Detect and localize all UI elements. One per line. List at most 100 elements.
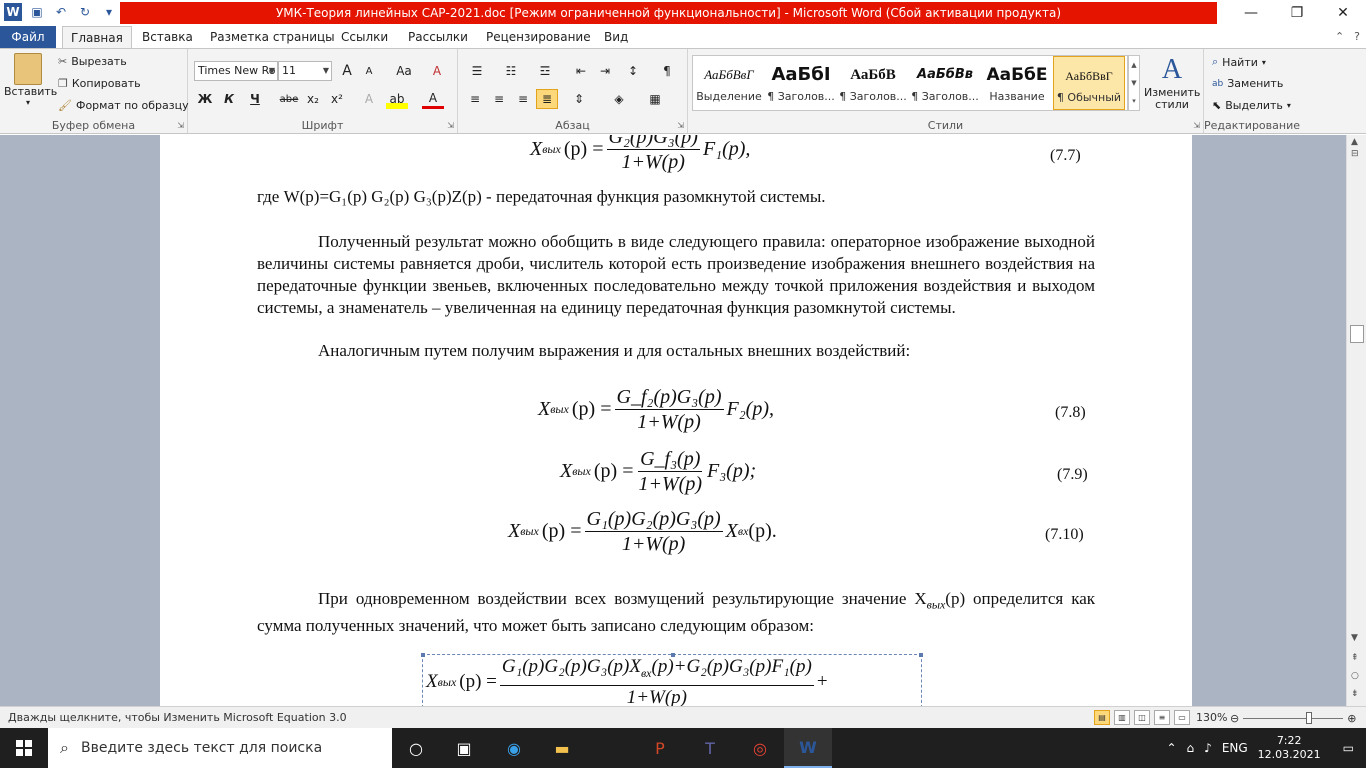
align-left-icon[interactable]: ≡ [464, 89, 486, 109]
shading-icon[interactable]: ◈ [608, 89, 630, 109]
print-layout-icon[interactable]: ▤ [1094, 710, 1110, 725]
restore-button[interactable]: ❐ [1274, 0, 1320, 26]
save-icon[interactable]: ▣ [28, 3, 46, 21]
volume-icon[interactable]: ♪ [1204, 741, 1212, 755]
taskbar-search[interactable]: ⌕ Введите здесь текст для поиска [48, 728, 392, 768]
format-painter-button[interactable]: 🖌 Формат по образцу [58, 99, 189, 112]
text-effects-button[interactable]: A [358, 89, 380, 109]
scrollbar-thumb[interactable] [1350, 325, 1364, 343]
tab-file[interactable]: Файл [0, 26, 56, 48]
line-spacing-icon[interactable]: ⇕ [568, 89, 590, 109]
more-icon[interactable]: ▾ [1132, 97, 1136, 105]
scroll-down-icon[interactable]: ▼ [1351, 633, 1358, 643]
font-launcher-icon[interactable]: ⇲ [447, 121, 454, 130]
paste-button[interactable]: Вставить ▾ [4, 53, 57, 107]
styles-gallery-scroll[interactable]: ▲ ▼ ▾ [1128, 55, 1140, 111]
notifications-icon[interactable]: ▭ [1331, 741, 1366, 755]
decrease-indent-icon[interactable]: ⇤ [570, 61, 592, 81]
browse-object-icon[interactable]: ○ [1351, 671, 1359, 681]
equation-7-10[interactable]: Xвых (p) = G₁(p)G₂(p)G₃(p) 1+W(p) Xвх (p)… [508, 507, 777, 556]
equation-7-9[interactable]: Xвых (p) = G_f₃(p) 1+W(p) F₃(p); [560, 447, 756, 496]
start-button[interactable] [0, 728, 48, 768]
edge-icon[interactable]: ◉ [490, 728, 538, 768]
cortana-icon[interactable]: ○ [392, 728, 440, 768]
font-size-combo[interactable]: 11 ▼ [278, 61, 332, 81]
borders-icon[interactable]: ▦ [644, 89, 666, 109]
web-layout-icon[interactable]: ◫ [1134, 710, 1150, 725]
change-case-button[interactable]: Aa [390, 61, 418, 81]
show-marks-icon[interactable]: ¶ [656, 61, 678, 81]
style-emphasis[interactable]: АаБбВвГ Выделение [693, 56, 765, 110]
word-app-icon[interactable]: W [4, 3, 22, 21]
equation-sum[interactable]: Xвых (p) = G₁(p)G₂(p)G₃(p)Xвх(p)+G₂(p)G₃… [426, 655, 828, 706]
style-title[interactable]: АаБбЕ Название [981, 56, 1053, 110]
vertical-scrollbar[interactable]: ▲ ⊟ ▼ ⇞ ○ ⇟ [1346, 135, 1366, 706]
help-icon[interactable]: ? [1354, 30, 1360, 43]
previous-page-icon[interactable]: ⇞ [1351, 653, 1359, 663]
tab-references[interactable]: Ссылки [333, 26, 396, 48]
draft-icon[interactable]: ▭ [1174, 710, 1190, 725]
change-styles-button[interactable]: A Изменить стили [1144, 53, 1200, 111]
minimize-button[interactable]: — [1228, 0, 1274, 26]
word-taskbar-icon[interactable]: W [784, 728, 832, 768]
tab-page-layout[interactable]: Разметка страницы [202, 26, 343, 48]
resize-handle[interactable] [421, 653, 425, 657]
subscript-button[interactable]: x₂ [302, 89, 324, 109]
customize-qat-icon[interactable]: ▾ [100, 3, 118, 21]
full-screen-reading-icon[interactable]: ▥ [1114, 710, 1130, 725]
zoom-level[interactable]: 130% [1196, 711, 1227, 724]
equation-7-7[interactable]: Xвых (p) = G₂(p)G₃(p) 1+W(p) F₁(p), [530, 135, 750, 174]
align-center-icon[interactable]: ≡ [488, 89, 510, 109]
document-page[interactable]: Xвых (p) = G₂(p)G₃(p) 1+W(p) F₁(p), (7.7… [160, 135, 1192, 706]
undo-icon[interactable]: ↶ [52, 3, 70, 21]
teams-icon[interactable]: T [686, 728, 734, 768]
styles-launcher-icon[interactable]: ⇲ [1193, 121, 1200, 130]
cut-button[interactable]: ✂ Вырезать [58, 55, 127, 68]
network-icon[interactable]: ⌂ [1187, 741, 1195, 755]
sort-icon[interactable]: ↕ [622, 61, 644, 81]
paragraph-launcher-icon[interactable]: ⇲ [677, 121, 684, 130]
italic-button[interactable]: К [218, 89, 240, 109]
grow-font-button[interactable]: A [336, 61, 358, 81]
replace-button[interactable]: ab Заменить [1212, 77, 1283, 90]
clear-formatting-button[interactable]: A [426, 61, 448, 81]
resize-handle[interactable] [919, 653, 923, 657]
font-color-button[interactable]: A [422, 89, 444, 109]
bold-button[interactable]: Ж [194, 89, 216, 109]
powerpoint-icon[interactable]: P [636, 728, 684, 768]
zoom-thumb[interactable] [1306, 711, 1313, 724]
outline-icon[interactable]: ≡ [1154, 710, 1170, 725]
align-right-icon[interactable]: ≡ [512, 89, 534, 109]
highlight-button[interactable]: ab [386, 89, 408, 109]
scroll-up-icon[interactable]: ▲ [1131, 61, 1136, 69]
shrink-font-button[interactable]: A [358, 61, 380, 81]
ruler-toggle-icon[interactable]: ⊟ [1351, 149, 1359, 159]
tab-review[interactable]: Рецензирование [478, 26, 599, 48]
strikethrough-button[interactable]: abe [276, 89, 302, 109]
font-name-combo[interactable]: Times New Ro ▼ [194, 61, 278, 81]
zoom-in-icon[interactable]: ⊕ [1347, 712, 1356, 725]
tab-insert[interactable]: Вставка [134, 26, 201, 48]
clock[interactable]: 7:22 12.03.2021 [1258, 734, 1321, 762]
tab-mailings[interactable]: Рассылки [400, 26, 476, 48]
tab-view[interactable]: Вид [596, 26, 636, 48]
scroll-down-icon[interactable]: ▼ [1131, 79, 1136, 87]
tab-home[interactable]: Главная [62, 26, 132, 49]
task-view-icon[interactable]: ▣ [440, 728, 488, 768]
justify-icon[interactable]: ≣ [536, 89, 558, 109]
clipboard-launcher-icon[interactable]: ⇲ [177, 121, 184, 130]
close-button[interactable]: ✕ [1320, 0, 1366, 26]
next-page-icon[interactable]: ⇟ [1351, 689, 1359, 699]
style-normal[interactable]: АаБбВвГ ¶ Обычный [1053, 56, 1125, 110]
bullets-icon[interactable]: ☰ [466, 61, 488, 81]
chrome-icon[interactable]: ◎ [736, 728, 784, 768]
style-heading3[interactable]: АаБбВв ¶ Заголов... [909, 56, 981, 110]
scroll-up-icon[interactable]: ▲ [1351, 137, 1358, 147]
copy-button[interactable]: ❐ Копировать [58, 77, 141, 90]
language-indicator[interactable]: ENG [1222, 741, 1248, 755]
zoom-track[interactable] [1243, 711, 1344, 724]
underline-button[interactable]: Ч [244, 89, 266, 109]
zoom-slider[interactable]: ⊖ ⊕ [1230, 711, 1360, 725]
find-button[interactable]: ⌕ Найти ▾ [1212, 55, 1266, 69]
style-heading1[interactable]: АаБбI ¶ Заголов... [765, 56, 837, 110]
